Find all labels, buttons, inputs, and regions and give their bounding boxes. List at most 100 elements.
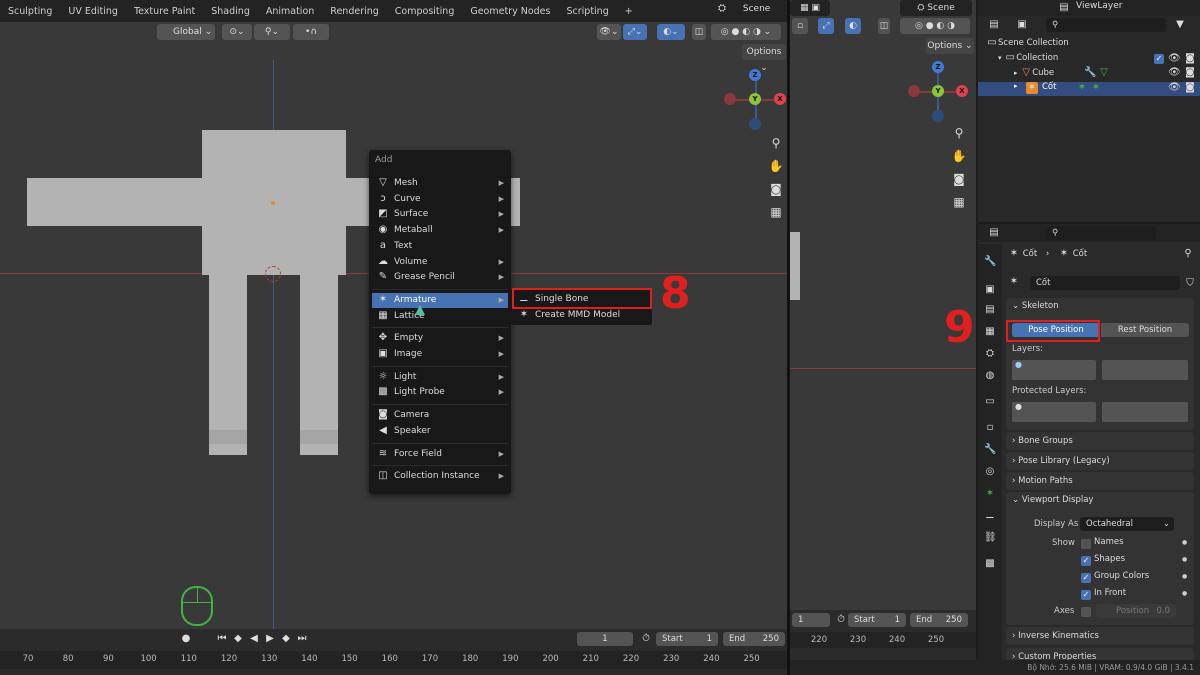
camera-view-icon[interactable]: ◙ bbox=[767, 180, 785, 198]
menu-item-light[interactable]: ☼ Light ▶ bbox=[372, 370, 508, 385]
view-layer-icon[interactable]: ▦ bbox=[984, 326, 996, 338]
skeleton-header[interactable]: ⌄ Skeleton bbox=[1012, 301, 1059, 311]
right-arm-mesh[interactable] bbox=[346, 178, 371, 226]
expand-arrow-icon[interactable]: ▸ bbox=[1014, 69, 1018, 77]
proportional-edit[interactable]: •∩ bbox=[293, 24, 329, 40]
visibility-dropdown[interactable]: 👁⌄ bbox=[597, 24, 621, 40]
keyframe-dot-icon[interactable]: ● bbox=[1182, 590, 1187, 597]
workspace-tab[interactable]: Animation bbox=[258, 6, 322, 17]
outliner-row-cot[interactable]: ▸ ✶ Cốt ✶ ✶ 👁 ◙ bbox=[978, 82, 1200, 96]
zoom-icon-right[interactable]: ⚲ bbox=[950, 124, 968, 142]
start-frame-field[interactable]: Start 1 bbox=[656, 632, 718, 646]
pan-hand-icon[interactable]: ✋ bbox=[767, 157, 785, 175]
tool-icon[interactable]: 🔧 bbox=[984, 256, 996, 268]
gizmo-x-axis[interactable]: X bbox=[774, 93, 786, 105]
axes-checkbox[interactable] bbox=[1081, 607, 1091, 617]
menu-item-metaball[interactable]: ◉ Metaball ▶ bbox=[372, 223, 508, 238]
xray-toggle[interactable]: ◫ bbox=[692, 24, 706, 40]
left-leg-mesh[interactable] bbox=[209, 275, 247, 455]
mesh-edge-right[interactable] bbox=[790, 232, 800, 300]
keyframe-dot-icon[interactable]: ● bbox=[1182, 539, 1187, 546]
current-frame-field-right[interactable]: 1 bbox=[792, 613, 830, 627]
frame-ruler-right[interactable]: 220 230 240 250 bbox=[790, 632, 976, 648]
menu-item-curve[interactable]: ↄ Curve ▶ bbox=[372, 192, 508, 207]
constraint-icon[interactable]: ⛓ bbox=[984, 532, 997, 544]
show-in-front-checkbox[interactable]: ✓ bbox=[1081, 590, 1091, 600]
menu-item-speaker[interactable]: ◀ Speaker bbox=[372, 424, 508, 439]
panel-inverse-kinematics[interactable]: › Inverse Kinematics bbox=[1006, 627, 1194, 645]
pivot-dropdown[interactable]: ⊙⌄ bbox=[222, 24, 252, 40]
camera-view-icon-right[interactable]: ◙ bbox=[950, 170, 968, 188]
right-timeline[interactable]: 1 ⏱ Start 1 End 250 220 230 240 250 bbox=[790, 610, 976, 660]
render-icon[interactable]: ▣ bbox=[984, 284, 996, 296]
stopwatch-icon[interactable]: ⏱ bbox=[640, 633, 652, 645]
rest-position-button[interactable]: Rest Position bbox=[1101, 323, 1189, 337]
eye-icon[interactable]: 👁 bbox=[1168, 82, 1181, 94]
menu-item-surface[interactable]: ◩ Surface ▶ bbox=[372, 207, 508, 222]
camera-render-icon[interactable]: ◙ bbox=[1184, 82, 1196, 94]
gizmo-neg-x[interactable] bbox=[724, 93, 736, 105]
header-icons-right[interactable]: ▦ ▣ bbox=[790, 0, 830, 16]
editor-type-icon[interactable]: ▤ bbox=[988, 227, 1000, 239]
overlays-toggle-right[interactable]: ◐ bbox=[845, 18, 861, 34]
object-data-icon[interactable]: ✶ bbox=[984, 488, 996, 500]
workspace-tab[interactable]: + bbox=[617, 6, 641, 17]
menu-item-image[interactable]: ▣ Image ▶ bbox=[372, 347, 508, 362]
gizmo-toggle[interactable]: ⤢⌄ bbox=[623, 24, 647, 40]
next-keyframe-icon[interactable]: ◆ bbox=[280, 633, 292, 645]
world-icon[interactable]: ◍ bbox=[984, 370, 996, 382]
panel-custom-properties[interactable]: › Custom Properties bbox=[1006, 648, 1194, 660]
scene-collection-row[interactable]: ▭Scene Collection bbox=[986, 37, 1196, 51]
menu-item-volume[interactable]: ☁ Volume ▶ bbox=[372, 255, 508, 270]
gizmo-neg-z-right[interactable] bbox=[932, 110, 944, 122]
menu-item-collection-instance[interactable]: ◫ Collection Instance ▶ bbox=[372, 469, 508, 484]
protected-layers-grid-right[interactable] bbox=[1102, 402, 1188, 422]
show-shapes-checkbox[interactable]: ✓ bbox=[1081, 556, 1091, 566]
keyframe-dot-icon[interactable]: ● bbox=[1182, 556, 1187, 563]
menu-item-create-mmd-model[interactable]: ✶ Create MMD Model bbox=[513, 308, 649, 323]
jump-start-icon[interactable]: ⏮ bbox=[216, 633, 228, 645]
visibility-icon[interactable]: ▫ bbox=[792, 18, 808, 34]
options-dropdown[interactable]: Options ⌄ bbox=[742, 44, 786, 73]
viewport-display-header[interactable]: ⌄ Viewport Display bbox=[1012, 495, 1093, 505]
layers-grid-right[interactable] bbox=[1102, 360, 1188, 380]
view-layer-icon[interactable]: ▤ bbox=[1058, 2, 1070, 14]
armature-data-icon[interactable]: ✶ bbox=[1008, 276, 1020, 288]
shading-modes-right[interactable]: ◎ ● ◐ ◑ bbox=[900, 18, 970, 34]
fake-user-shield-icon[interactable]: ⛉ bbox=[1184, 278, 1196, 290]
gizmo-neg-x-right[interactable] bbox=[908, 85, 920, 97]
play-reverse-icon[interactable]: ◀ bbox=[248, 633, 260, 645]
options-dropdown-right[interactable]: Options ⌄ bbox=[926, 38, 974, 54]
collection-row[interactable]: ▾ ▭Collection ✓ 👁 ◙ bbox=[998, 52, 1198, 66]
gizmo-toggle-right[interactable]: ⤢ bbox=[818, 18, 834, 34]
ortho-grid-icon-right[interactable]: ▦ bbox=[950, 193, 968, 211]
texture-icon[interactable]: ▩ bbox=[984, 558, 996, 570]
zoom-icon[interactable]: ⚲ bbox=[767, 134, 785, 152]
timeline[interactable]: ● ⏮ ◆ ◀ ▶ ◆ ⏭ 1 ⏱ Start 1 End 250 70 80 90… bbox=[0, 629, 787, 675]
prev-keyframe-icon[interactable]: ◆ bbox=[232, 633, 244, 645]
output-icon[interactable]: ▤ bbox=[984, 304, 996, 316]
end-frame-field[interactable]: End 250 bbox=[723, 632, 785, 646]
menu-item-light-probe[interactable]: ▩ Light Probe ▶ bbox=[372, 385, 508, 400]
left-arm-mesh[interactable] bbox=[27, 178, 202, 226]
scene-selector[interactable]: ⛭ Scene bbox=[716, 3, 786, 19]
gizmo-z-axis-right[interactable]: Z bbox=[932, 61, 944, 73]
shading-modes[interactable]: ◎ ● ◐ ◑ ⌄ bbox=[711, 24, 781, 40]
filter-icon[interactable]: ▼ bbox=[1174, 19, 1186, 31]
collapse-arrow-icon[interactable]: ▾ bbox=[998, 54, 1002, 62]
gizmo-y-axis[interactable]: Y bbox=[749, 93, 761, 105]
pan-hand-icon-right[interactable]: ✋ bbox=[950, 147, 968, 165]
ortho-grid-icon[interactable]: ▦ bbox=[767, 203, 785, 221]
end-frame-field-right[interactable]: End 250 bbox=[910, 613, 968, 627]
pin-icon[interactable]: ⚲ bbox=[1182, 248, 1194, 260]
menu-item-empty[interactable]: ✥ Empty ▶ bbox=[372, 331, 508, 346]
right-leg-mesh[interactable] bbox=[300, 275, 338, 455]
stopwatch-icon-right[interactable]: ⏱ bbox=[835, 614, 847, 626]
gizmo-z-axis[interactable]: Z bbox=[749, 69, 761, 81]
scene-icon[interactable]: ⛭ bbox=[984, 348, 996, 360]
play-icon[interactable]: ▶ bbox=[264, 633, 276, 645]
camera-render-icon[interactable]: ◙ bbox=[1184, 53, 1196, 65]
workspace-tab[interactable]: Rendering bbox=[322, 6, 387, 17]
gizmo-x-axis-right[interactable]: X bbox=[956, 85, 968, 97]
overlays-toggle[interactable]: ◐⌄ bbox=[657, 24, 685, 40]
